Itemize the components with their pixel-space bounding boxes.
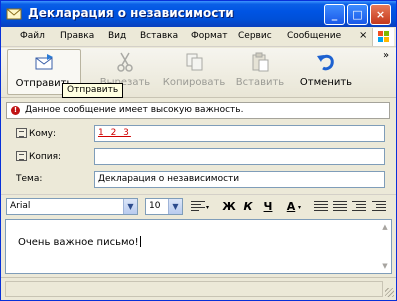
to-label: Кому:: [29, 129, 57, 139]
status-pane: [5, 281, 383, 297]
cc-label: Копия:: [29, 152, 62, 162]
menu-edit[interactable]: Правка: [60, 31, 94, 41]
priority-text: Данное сообщение имеет высокую важность.: [25, 105, 244, 115]
menu-insert[interactable]: Вставка: [140, 31, 178, 41]
status-bar: [1, 277, 396, 300]
chevron-down-icon: ▼: [123, 199, 137, 214]
copy-button[interactable]: Копировать: [162, 49, 226, 95]
subject-field[interactable]: Декларация о независимости: [94, 171, 385, 188]
text-caret: [139, 236, 141, 247]
body-text: Очень важное письмо!: [18, 236, 141, 248]
window-title: Декларация о независимости: [28, 6, 234, 20]
address-book-icon: [16, 151, 27, 161]
cc-label-button[interactable]: Копия:: [16, 151, 61, 162]
body-text-content: Очень важное письмо!: [18, 237, 139, 248]
scissors-icon: [117, 52, 133, 72]
priority-icon: !: [11, 106, 20, 115]
resize-grip-icon[interactable]: [385, 288, 394, 297]
menu-bar: Файл Правка Вид Вставка Формат Сервис Со…: [1, 27, 396, 47]
minimize-button[interactable]: _: [324, 4, 345, 25]
font-color-dropdown-icon[interactable]: ▾: [298, 204, 301, 211]
undo-button[interactable]: Отменить: [299, 49, 353, 95]
close-button[interactable]: ×: [370, 4, 391, 25]
paste-icon: [252, 52, 269, 72]
copy-label: Копировать: [162, 77, 226, 88]
undo-icon: [317, 54, 334, 71]
format-toolbar: Arial ▼ 10 ▼ ▾ Ж К Ч A ▾: [1, 194, 396, 218]
paste-label: Вставить: [235, 77, 285, 88]
bold-button[interactable]: Ж: [221, 199, 237, 215]
maximize-button[interactable]: □: [347, 4, 368, 25]
title-bar[interactable]: Декларация о независимости _ □ ×: [1, 1, 396, 27]
copy-icon: [186, 53, 203, 71]
menu-tools[interactable]: Сервис: [238, 31, 272, 41]
cc-field[interactable]: [94, 148, 385, 165]
paragraph-style-icon[interactable]: [191, 201, 205, 213]
menu-format[interactable]: Формат: [191, 31, 228, 41]
toolbar-overflow-icon[interactable]: »: [383, 50, 389, 61]
font-size-value: 10: [149, 201, 161, 211]
paragraph-dropdown-icon[interactable]: ▾: [206, 204, 209, 211]
subject-label: Тема:: [16, 174, 43, 184]
decrease-indent-icon[interactable]: [352, 201, 366, 213]
send-envelope-icon: [35, 54, 53, 70]
envelope-icon: [6, 8, 22, 20]
undo-label: Отменить: [299, 77, 353, 88]
compose-window: Декларация о независимости _ □ × Файл Пр…: [0, 0, 397, 301]
to-label-button[interactable]: Кому:: [16, 128, 56, 139]
chevron-down-icon: ▼: [168, 199, 182, 214]
address-book-icon: [16, 128, 27, 138]
underline-button[interactable]: Ч: [260, 199, 276, 215]
bulleted-list-icon[interactable]: [333, 201, 347, 213]
to-field[interactable]: 1 2 3: [94, 125, 385, 142]
message-body[interactable]: Очень важное письмо! ▲ ▼: [5, 219, 392, 274]
italic-button[interactable]: К: [240, 199, 256, 215]
menu-close-icon[interactable]: ×: [359, 30, 367, 41]
body-scrollbar[interactable]: ▲ ▼: [380, 221, 390, 272]
font-value: Arial: [10, 201, 31, 211]
font-size-select[interactable]: 10 ▼: [145, 198, 183, 215]
scroll-down-icon[interactable]: ▼: [380, 262, 390, 270]
windows-logo-icon: [372, 28, 394, 46]
font-color-button[interactable]: A: [283, 199, 299, 215]
menu-view[interactable]: Вид: [108, 31, 126, 41]
font-select[interactable]: Arial ▼: [6, 198, 138, 215]
send-tooltip: Отправить: [62, 83, 124, 98]
menu-message[interactable]: Сообщение: [287, 31, 341, 41]
toolbar: Отправить Вырезать Копировать Вставить О…: [1, 48, 396, 98]
numbered-list-icon[interactable]: [314, 201, 328, 213]
to-value: 1 2 3: [98, 128, 131, 138]
menu-file[interactable]: Файл: [20, 31, 45, 41]
paste-button[interactable]: Вставить: [233, 49, 287, 95]
priority-infobar: ! Данное сообщение имеет высокую важност…: [6, 102, 390, 119]
scroll-up-icon[interactable]: ▲: [380, 223, 390, 231]
increase-indent-icon[interactable]: [372, 201, 386, 213]
